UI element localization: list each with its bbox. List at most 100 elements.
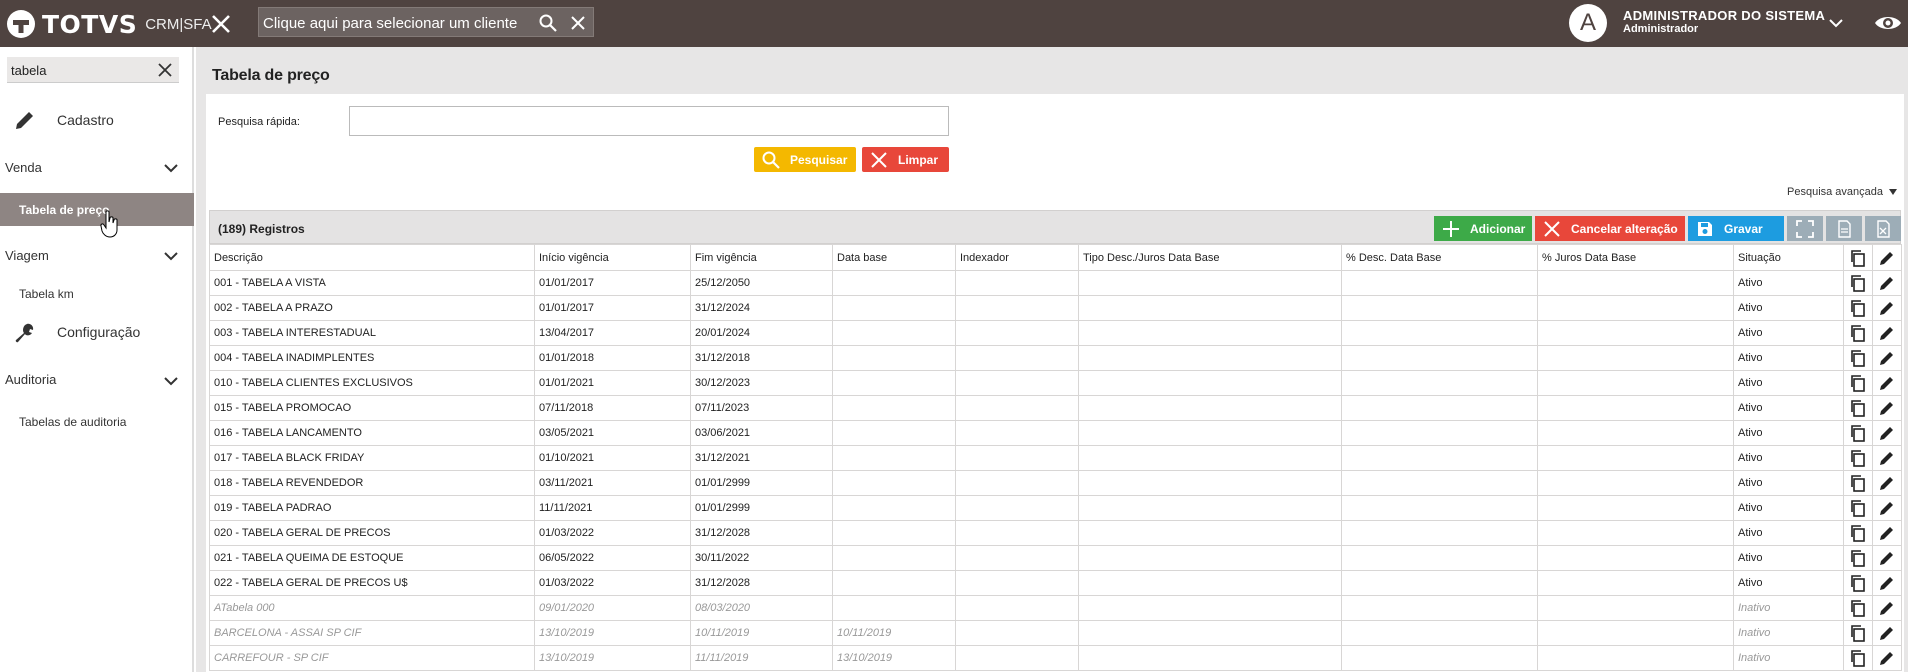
table-cell[interactable] <box>955 320 1079 346</box>
clear-button[interactable]: Limpar <box>862 147 949 172</box>
table-cell[interactable] <box>832 345 956 371</box>
table-cell[interactable]: 01/01/2018 <box>534 345 691 371</box>
table-cell[interactable]: Ativo <box>1733 395 1844 421</box>
column-header[interactable]: Indexador <box>955 244 1079 271</box>
edit-row-button[interactable] <box>1872 520 1902 546</box>
table-cell[interactable]: 31/12/2028 <box>690 520 833 546</box>
table-cell[interactable]: Ativo <box>1733 345 1844 371</box>
table-cell[interactable]: Ativo <box>1733 270 1844 296</box>
table-cell[interactable]: 31/12/2024 <box>690 295 833 321</box>
table-cell[interactable] <box>1078 345 1342 371</box>
table-cell[interactable] <box>1537 570 1734 596</box>
table-cell[interactable] <box>1078 570 1342 596</box>
add-button[interactable]: Adicionar <box>1434 216 1532 241</box>
table-row[interactable]: 001 - TABELA A VISTA 01/01/2017 25/12/2050… <box>209 270 1902 296</box>
table-row[interactable]: 002 - TABELA A PRAZO 01/01/2017 31/12/2024… <box>209 295 1902 321</box>
table-row[interactable]: ATabela 000 09/01/2020 08/03/2020 Inativo <box>209 595 1902 621</box>
edit-row-button[interactable] <box>1872 420 1902 446</box>
table-cell[interactable] <box>1078 320 1342 346</box>
edit-row-button[interactable] <box>1872 270 1902 296</box>
table-cell[interactable]: 11/11/2021 <box>534 495 691 521</box>
column-header[interactable]: % Desc. Data Base <box>1341 244 1538 271</box>
table-cell[interactable]: Ativo <box>1733 445 1844 471</box>
copy-row-button[interactable] <box>1843 395 1873 421</box>
column-header[interactable]: Fim vigência <box>690 244 833 271</box>
table-cell[interactable]: Ativo <box>1733 545 1844 571</box>
table-cell[interactable]: 002 - TABELA A PRAZO <box>209 295 535 321</box>
table-row[interactable]: BARCELONA - ASSAI SP CIF 13/10/2019 10/11/… <box>209 620 1902 646</box>
table-cell[interactable]: 09/01/2020 <box>534 595 691 621</box>
table-cell[interactable]: 10/11/2019 <box>690 620 833 646</box>
save-button[interactable]: Gravar <box>1688 216 1784 241</box>
table-cell[interactable] <box>832 445 956 471</box>
table-row[interactable]: 016 - TABELA LANCAMENTO 03/05/2021 03/06/2… <box>209 420 1902 446</box>
export-excel-button[interactable] <box>1865 216 1901 241</box>
table-cell[interactable]: BARCELONA - ASSAI SP CIF <box>209 620 535 646</box>
edit-row-button[interactable] <box>1872 495 1902 521</box>
table-cell[interactable]: 25/12/2050 <box>690 270 833 296</box>
table-cell[interactable]: 017 - TABELA BLACK FRIDAY <box>209 445 535 471</box>
edit-row-button[interactable] <box>1872 445 1902 471</box>
table-cell[interactable]: 019 - TABELA PADRAO <box>209 495 535 521</box>
table-cell[interactable] <box>1537 520 1734 546</box>
column-header[interactable]: % Juros Data Base <box>1537 244 1734 271</box>
table-cell[interactable] <box>1341 320 1538 346</box>
table-cell[interactable] <box>1078 645 1342 671</box>
table-cell[interactable]: Ativo <box>1733 570 1844 596</box>
edit-row-button[interactable] <box>1872 295 1902 321</box>
table-cell[interactable]: 30/12/2023 <box>690 370 833 396</box>
table-cell[interactable]: 13/10/2019 <box>534 620 691 646</box>
sidebar-group-venda[interactable]: Venda <box>5 160 42 175</box>
copy-row-button[interactable] <box>1843 495 1873 521</box>
edit-row-button[interactable] <box>1872 645 1902 671</box>
table-cell[interactable]: Inativo <box>1733 645 1844 671</box>
copy-row-button[interactable] <box>1843 420 1873 446</box>
table-row[interactable]: 018 - TABELA REVENDEDOR 03/11/2021 01/01/2… <box>209 470 1902 496</box>
table-cell[interactable] <box>1341 495 1538 521</box>
table-cell[interactable]: 13/10/2019 <box>832 645 956 671</box>
copy-row-button[interactable] <box>1843 345 1873 371</box>
table-cell[interactable]: 31/12/2018 <box>690 345 833 371</box>
table-cell[interactable] <box>832 545 956 571</box>
copy-row-button[interactable] <box>1843 270 1873 296</box>
table-row[interactable]: 017 - TABELA BLACK FRIDAY 01/10/2021 31/12… <box>209 445 1902 471</box>
edit-row-button[interactable] <box>1872 545 1902 571</box>
table-row[interactable]: 020 - TABELA GERAL DE PRECOS 01/03/2022 31… <box>209 520 1902 546</box>
table-cell[interactable]: Ativo <box>1733 420 1844 446</box>
table-cell[interactable] <box>1537 345 1734 371</box>
table-cell[interactable] <box>832 595 956 621</box>
table-cell[interactable]: 01/01/2021 <box>534 370 691 396</box>
table-cell[interactable]: 03/11/2021 <box>534 470 691 496</box>
table-cell[interactable]: 10/11/2019 <box>832 620 956 646</box>
table-cell[interactable] <box>1537 620 1734 646</box>
table-cell[interactable] <box>1078 445 1342 471</box>
copy-row-button[interactable] <box>1843 545 1873 571</box>
table-cell[interactable] <box>832 495 956 521</box>
table-cell[interactable]: 01/01/2017 <box>534 295 691 321</box>
table-cell[interactable]: 30/11/2022 <box>690 545 833 571</box>
column-header[interactable]: Situação <box>1733 244 1844 271</box>
table-cell[interactable]: 016 - TABELA LANCAMENTO <box>209 420 535 446</box>
table-cell[interactable]: Inativo <box>1733 620 1844 646</box>
table-cell[interactable] <box>832 270 956 296</box>
table-cell[interactable] <box>1341 345 1538 371</box>
table-cell[interactable]: Ativo <box>1733 520 1844 546</box>
column-header[interactable]: Início vigência <box>534 244 691 271</box>
table-cell[interactable]: 03/05/2021 <box>534 420 691 446</box>
table-cell[interactable] <box>1537 295 1734 321</box>
table-row[interactable]: 019 - TABELA PADRAO 11/11/2021 01/01/2999 A… <box>209 495 1902 521</box>
table-cell[interactable] <box>1078 595 1342 621</box>
table-cell[interactable] <box>955 370 1079 396</box>
edit-row-button[interactable] <box>1872 345 1902 371</box>
table-cell[interactable] <box>832 320 956 346</box>
sidebar-item-configuracao[interactable]: Configuração <box>57 324 140 340</box>
table-cell[interactable] <box>955 520 1079 546</box>
table-cell[interactable] <box>955 495 1079 521</box>
edit-row-button[interactable] <box>1872 370 1902 396</box>
table-cell[interactable] <box>832 470 956 496</box>
table-cell[interactable] <box>1078 295 1342 321</box>
edit-row-button[interactable] <box>1872 595 1902 621</box>
table-row[interactable]: 004 - TABELA INADIMPLENTES 01/01/2018 31/1… <box>209 345 1902 371</box>
table-cell[interactable] <box>1341 395 1538 421</box>
edit-row-button[interactable] <box>1872 470 1902 496</box>
